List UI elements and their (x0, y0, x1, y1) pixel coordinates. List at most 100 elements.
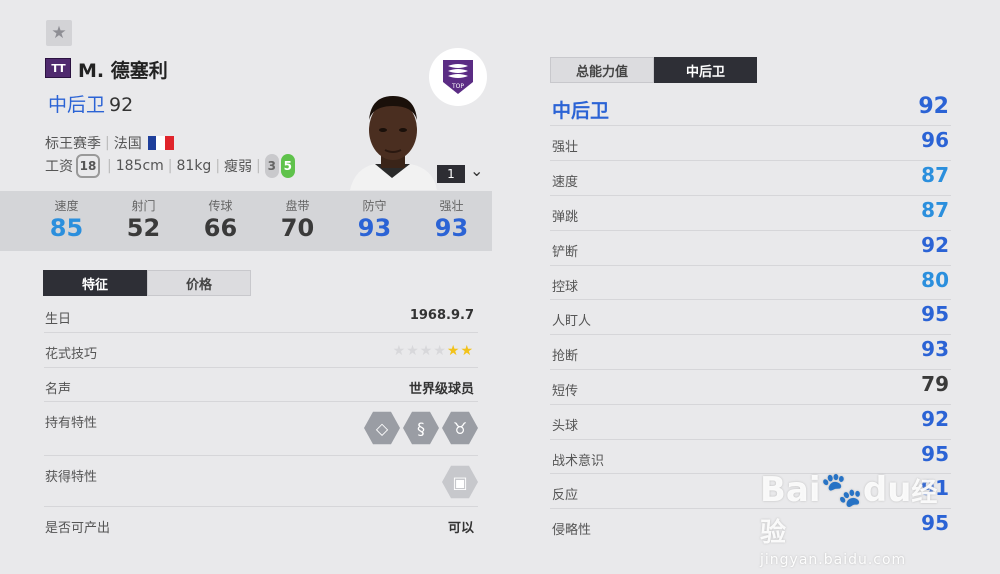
header-position: 中后卫 (552, 100, 610, 122)
position-rating: 92 (109, 94, 134, 116)
skill-star-icon: ★ (446, 343, 461, 359)
watermark-brand2: du (862, 470, 912, 510)
attr-label: 头球 (552, 419, 579, 434)
attr-label: 侵略性 (552, 523, 592, 538)
weight: 81kg (176, 158, 212, 174)
attr-row: 战术意识 95 (550, 440, 951, 474)
nation: 法国 (113, 136, 142, 152)
club-crest-icon: TOP (443, 60, 473, 94)
attr-label: 战术意识 (552, 454, 605, 469)
stat-physical: 强壮 93 (413, 191, 490, 251)
attr-row: 头球 92 (550, 405, 951, 440)
favorite-button[interactable]: ★ (46, 20, 72, 46)
attr-value: 93 (921, 337, 949, 361)
attr-value: 92 (921, 233, 949, 257)
paw-icon: 🐾 (820, 470, 863, 510)
attr-label: 抢断 (552, 349, 579, 364)
stat-value: 70 (280, 214, 315, 242)
attr-row: 铲断 92 (550, 231, 951, 266)
stat-label: 射门 (131, 199, 156, 213)
tab-center-back[interactable]: 中后卫 (654, 57, 757, 83)
stat-label: 速度 (54, 199, 79, 213)
row-output: 是否可产出 可以 (44, 507, 478, 543)
attr-value: 80 (921, 268, 949, 292)
header-rating: 92 (918, 94, 949, 119)
watermark-url: jingyan.baidu.com (760, 552, 907, 568)
birthday-label: 生日 (45, 312, 72, 327)
height: 185cm (115, 158, 164, 174)
position-line: 中后卫 92 (48, 90, 133, 117)
season-name: 标王赛季 (45, 136, 101, 152)
star-icon: ★ (51, 23, 67, 43)
stat-dribbling: 盘带 70 (259, 191, 336, 251)
position-rating-header: 中后卫 92 (550, 92, 951, 126)
wage-label: 工资 (45, 159, 73, 175)
physical-line: 工资 18 | 185cm | 81kg | 瘦弱 | 3 5 (45, 154, 295, 178)
row-fame: 名声 世界级球员 (44, 368, 478, 402)
row-gained-traits: 获得特性 ▣ (44, 456, 478, 507)
tab-overall[interactable]: 总能力值 (550, 57, 654, 83)
level-box[interactable]: 1 (437, 165, 465, 183)
right-tabs: 总能力值 中后卫 (550, 57, 757, 83)
stat-value: 66 (203, 214, 238, 242)
fame-label: 名声 (45, 382, 72, 397)
bull-icon[interactable]: ♉ (442, 411, 478, 445)
row-skill-moves: 花式技巧 ★★★★★★ (44, 333, 478, 368)
attr-label: 短传 (552, 384, 579, 399)
france-flag-icon (147, 136, 174, 150)
output-value: 可以 (447, 521, 474, 536)
stat-label: 传球 (208, 199, 233, 213)
snake-icon[interactable]: § (403, 411, 439, 445)
stat-label: 防守 (362, 199, 387, 213)
stat-shooting: 射门 52 (105, 191, 182, 251)
diamond-icon[interactable]: ◇ (364, 411, 400, 445)
attr-row: 强壮 96 (550, 126, 951, 161)
stat-value: 93 (434, 214, 469, 242)
output-label: 是否可产出 (45, 521, 111, 536)
watermark-brand: Bai (760, 470, 821, 510)
attr-value: 87 (921, 198, 949, 222)
attr-row: 短传 79 (550, 370, 951, 405)
season-nation-line: 标王赛季 | 法国 (45, 133, 174, 153)
attr-label: 速度 (552, 175, 579, 190)
attr-row: 弹跳 87 (550, 196, 951, 231)
stat-speed: 速度 85 (28, 191, 105, 251)
skill-stars: ★★★★★★ (393, 343, 474, 359)
stat-value: 52 (126, 214, 161, 242)
player-photo (350, 96, 437, 190)
tab-price[interactable]: 价格 (147, 270, 251, 296)
body-type: 瘦弱 (224, 159, 253, 175)
skill-star-icon: ★ (433, 343, 447, 359)
club-logo-text: TOP (451, 83, 464, 90)
stat-value: 93 (357, 214, 392, 242)
skill-star-icon: ★ (392, 343, 407, 359)
attr-row: 速度 87 (550, 161, 951, 196)
attr-value: 95 (921, 302, 949, 326)
attr-label: 人盯人 (552, 314, 592, 329)
stat-defending: 防守 93 (336, 191, 413, 251)
baidu-watermark: Bai🐾du经验 jingyan.baidu.com (760, 470, 960, 568)
attr-row: 人盯人 95 (550, 300, 951, 335)
weak-foot-badge: 3 (264, 154, 279, 178)
lock-icon: ▣ (442, 465, 478, 499)
stat-label: 强壮 (439, 199, 464, 213)
attr-value: 87 (921, 163, 949, 187)
chevron-down-icon[interactable]: ⌄ (470, 161, 483, 180)
traits-label: 持有特性 (45, 416, 98, 431)
gained-traits-label: 获得特性 (45, 470, 98, 485)
season-badge: TT (45, 58, 71, 78)
stat-value: 85 (49, 214, 84, 242)
attr-value: 92 (921, 407, 949, 431)
wage-badge: 18 (76, 154, 100, 178)
attr-label: 反应 (552, 488, 579, 503)
attr-value: 96 (921, 128, 949, 152)
birthday-value: 1968.9.7 (409, 308, 474, 323)
stat-label: 盘带 (285, 199, 310, 213)
player-name: M. 德塞利 (78, 60, 168, 82)
attr-value: 95 (921, 442, 949, 466)
skill-moves-label: 花式技巧 (45, 347, 98, 362)
attr-row: 抢断 93 (550, 335, 951, 370)
summary-stats: 速度 85 射门 52 传球 66 盘带 70 防守 93 强壮 93 (0, 191, 492, 251)
tab-features[interactable]: 特征 (43, 270, 147, 296)
attr-label: 弹跳 (552, 210, 579, 225)
